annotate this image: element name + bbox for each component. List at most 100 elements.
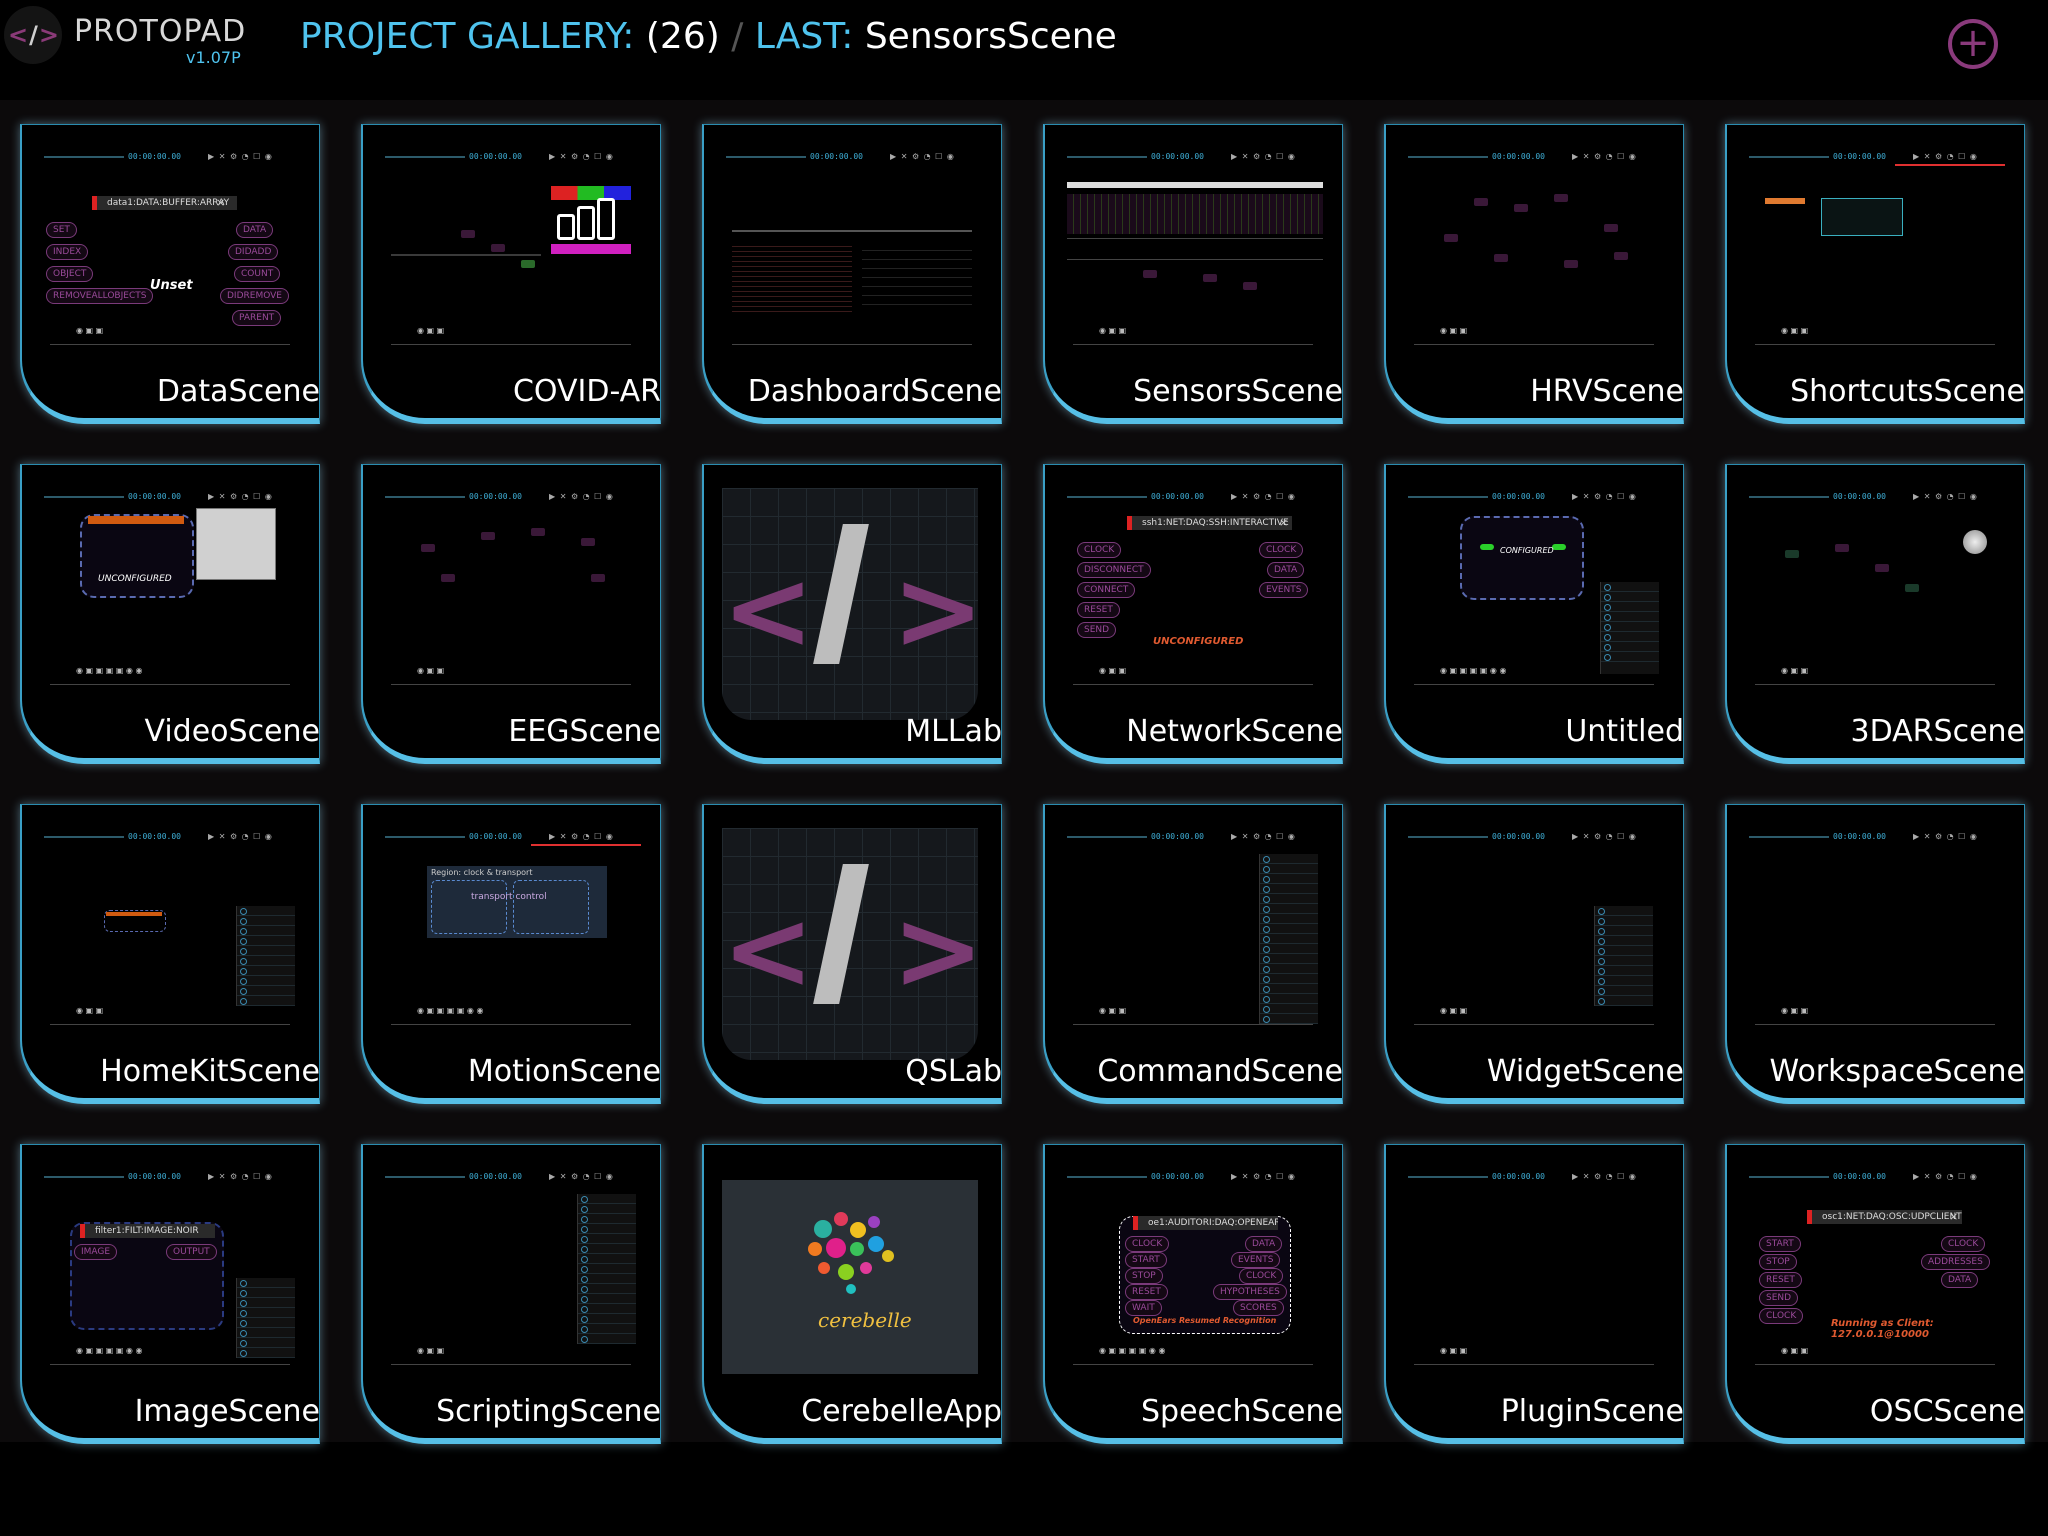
node-status: CONFIGURED xyxy=(1500,546,1554,555)
page-title: PROJECT GALLERY: (26) / LAST: SensorsSce… xyxy=(300,16,1117,57)
project-card-networkscene[interactable]: 00:00:00.00 ▶ ✕ ⚙ ◔ ☐ ◉ ssh1:NET:DAQ:SSH:… xyxy=(1043,464,1343,764)
project-card-qslab[interactable]: < > QSLab xyxy=(702,804,1002,1104)
card-label: WidgetScene xyxy=(1486,1054,1684,1089)
scene-thumbnail: 00:00:00.00 ▶ ✕ ⚙ ◔ ☐ ◉ ◉ ▣ ▣ xyxy=(1404,814,1664,1044)
close-icon: × xyxy=(1949,1210,1959,1223)
scene-thumbnail: 00:00:00.00 ▶ ✕ ⚙ ◔ ☐ ◉ ◉ ▣ ▣ xyxy=(1404,134,1664,364)
scene-thumbnail: 00:00:00.00 ▶ ✕ ⚙ ◔ ☐ ◉ osc1:NET:DAQ:OSC:… xyxy=(1745,1154,2005,1384)
input-port: INDEX xyxy=(46,244,89,260)
scene-thumbnail: 00:00:00.00 ▶ ✕ ⚙ ◔ ☐ ◉ ◉ ▣ ▣ xyxy=(1063,814,1323,1044)
project-card-homekitscene[interactable]: 00:00:00.00 ▶ ✕ ⚙ ◔ ☐ ◉ ◉ ▣ ▣ HomeKitScen… xyxy=(20,804,320,1104)
scene-thumbnail: 00:00:00.00 ▶ ✕ ⚙ ◔ ☐ ◉ ◉ ▣ ▣ xyxy=(1404,1154,1664,1384)
code-brackets-icon: < > xyxy=(722,828,984,1060)
app-version: v1.07P xyxy=(186,48,241,67)
virus-icon xyxy=(1963,530,1987,554)
project-gallery: 00:00:00.00 ▶ ✕ ⚙ ◔ ☐ ◉ data1:DATA:BUFFER… xyxy=(0,100,2048,1444)
card-label: SensorsScene xyxy=(1133,374,1343,409)
project-card-pluginscene[interactable]: 00:00:00.00 ▶ ✕ ⚙ ◔ ☐ ◉ ◉ ▣ ▣ PluginScene xyxy=(1384,1144,1684,1444)
scene-thumbnail: 00:00:00.00 ▶ ✕ ⚙ ◔ ☐ ◉ data1:DATA:BUFFER… xyxy=(40,134,300,364)
card-label: MLLab xyxy=(905,714,1002,749)
scene-thumbnail: 00:00:00.00 ▶ ✕ ⚙ ◔ ☐ ◉ ◉ ▣ ▣ xyxy=(381,134,641,364)
gallery-label: PROJECT GALLERY: xyxy=(300,16,635,57)
project-card-widgetscene[interactable]: 00:00:00.00 ▶ ✕ ⚙ ◔ ☐ ◉ ◉ ▣ ▣ WidgetScene xyxy=(1384,804,1684,1104)
project-card-cerebelleapp[interactable]: cerebelle CerebelleApp xyxy=(702,1144,1002,1444)
cerebelle-wordmark: cerebelle xyxy=(818,1308,912,1332)
code-brackets-icon: < > xyxy=(722,488,984,720)
node-status: UNCONFIGURED xyxy=(98,574,172,584)
card-label: MotionScene xyxy=(467,1054,661,1089)
scene-thumbnail: 00:00:00.00 ▶ ✕ ⚙ ◔ ☐ ◉ ssh1:NET:DAQ:SSH:… xyxy=(1063,474,1323,704)
node-header: filter1:FILT:IMAGE:NOIR xyxy=(80,1224,215,1238)
scene-thumbnail: 00:00:00.00 ▶ ✕ ⚙ ◔ ☐ ◉ ◉ ▣ ▣ xyxy=(40,814,300,1044)
scene-thumbnail: 00:00:00.00 ▶ ✕ ⚙ ◔ ☐ ◉ ◉ ▣ ▣ xyxy=(381,474,641,704)
project-card-3darscene[interactable]: 00:00:00.00 ▶ ✕ ⚙ ◔ ☐ ◉ ◉ ▣ ▣ 3DARScene xyxy=(1725,464,2025,764)
project-card-scriptingscene[interactable]: 00:00:00.00 ▶ ✕ ⚙ ◔ ☐ ◉ ◉ ▣ ▣ ScriptingSc… xyxy=(361,1144,661,1444)
close-icon: × xyxy=(1279,516,1289,529)
close-icon: × xyxy=(216,196,226,209)
card-label: ImageScene xyxy=(134,1394,320,1429)
output-port: DATA xyxy=(236,222,274,238)
card-label: HRVScene xyxy=(1530,374,1684,409)
card-label: ShortcutsScene xyxy=(1790,374,2025,409)
input-port: SET xyxy=(46,222,77,238)
project-card-untitled[interactable]: 00:00:00.00 ▶ ✕ ⚙ ◔ ☐ ◉ CONFIGURED ◉ ▣ ▣ … xyxy=(1384,464,1684,764)
node-header: oe1:AUDITORI:DAQ:OPENEARS:RE xyxy=(1133,1216,1278,1230)
project-card-workspacescene[interactable]: 00:00:00.00 ▶ ✕ ⚙ ◔ ☐ ◉ ◉ ▣ ▣ WorkspaceSc… xyxy=(1725,804,2025,1104)
card-label: ScriptingScene xyxy=(436,1394,661,1429)
scene-thumbnail: 00:00:00.00 ▶ ✕ ⚙ ◔ ☐ ◉ UNCONFIGURED ◉ ▣ … xyxy=(40,474,300,704)
project-card-motionscene[interactable]: 00:00:00.00 ▶ ✕ ⚙ ◔ ☐ ◉ Region: clock & t… xyxy=(361,804,661,1104)
project-card-dashboardscene[interactable]: 00:00:00.00 ▶ ✕ ⚙ ◔ ☐ ◉ DashboardScene xyxy=(702,124,1002,424)
cerebelle-logo: cerebelle xyxy=(722,1180,978,1374)
card-label: VideoScene xyxy=(144,714,320,749)
card-label: DashboardScene xyxy=(747,374,1002,409)
project-card-imagescene[interactable]: 00:00:00.00 ▶ ✕ ⚙ ◔ ☐ ◉ filter1:FILT:IMAG… xyxy=(20,1144,320,1444)
project-count: (26) xyxy=(645,16,720,57)
last-project-name: SensorsScene xyxy=(864,16,1117,57)
node-header: osc1:NET:DAQ:OSC:UDPCLIENT xyxy=(1807,1210,1962,1224)
project-card-shortcutsscene[interactable]: 00:00:00.00 ▶ ✕ ⚙ ◔ ☐ ◉ ◉ ▣ ▣ ShortcutsSc… xyxy=(1725,124,2025,424)
output-port: DIDADD xyxy=(228,244,279,260)
project-card-speechscene[interactable]: 00:00:00.00 ▶ ✕ ⚙ ◔ ☐ ◉ oe1:AUDITORI:DAQ:… xyxy=(1043,1144,1343,1444)
code-brackets-icon: < / > xyxy=(4,6,62,64)
project-card-videoscene[interactable]: 00:00:00.00 ▶ ✕ ⚙ ◔ ☐ ◉ UNCONFIGURED ◉ ▣ … xyxy=(20,464,320,764)
plus-circle-icon: + xyxy=(1956,20,1990,66)
card-label: CommandScene xyxy=(1097,1054,1343,1089)
card-label: 3DARScene xyxy=(1850,714,2026,749)
region-label: Region: clock & transport xyxy=(431,868,533,877)
node-status: UNCONFIGURED xyxy=(1153,636,1244,647)
card-label: Untitled xyxy=(1565,714,1684,749)
project-card-eegscene[interactable]: 00:00:00.00 ▶ ✕ ⚙ ◔ ☐ ◉ ◉ ▣ ▣ EEGScene xyxy=(361,464,661,764)
project-card-commandscene[interactable]: 00:00:00.00 ▶ ✕ ⚙ ◔ ☐ ◉ ◉ ▣ ▣ CommandScen… xyxy=(1043,804,1343,1104)
card-label: EEGScene xyxy=(508,714,661,749)
scene-thumbnail: 00:00:00.00 ▶ ✕ ⚙ ◔ ☐ ◉ ◉ ▣ ▣ xyxy=(1745,134,2005,364)
scene-thumbnail: 00:00:00.00 ▶ ✕ ⚙ ◔ ☐ ◉ ◉ ▣ ▣ xyxy=(1745,814,2005,1044)
app-name: PROTOPAD xyxy=(74,14,247,49)
project-card-oscscene[interactable]: 00:00:00.00 ▶ ✕ ⚙ ◔ ☐ ◉ osc1:NET:DAQ:OSC:… xyxy=(1725,1144,2025,1444)
project-card-sensorsscene[interactable]: 00:00:00.00 ▶ ✕ ⚙ ◔ ☐ ◉ ◉ ▣ ▣ SensorsScen… xyxy=(1043,124,1343,424)
project-card-datascene[interactable]: 00:00:00.00 ▶ ✕ ⚙ ◔ ☐ ◉ data1:DATA:BUFFER… xyxy=(20,124,320,424)
output-port: DIDREMOVE xyxy=(220,288,289,304)
scene-thumbnail: 00:00:00.00 ▶ ✕ ⚙ ◔ ☐ ◉ Region: clock & t… xyxy=(381,814,641,1044)
project-card-hrvscene[interactable]: 00:00:00.00 ▶ ✕ ⚙ ◔ ☐ ◉ ◉ ▣ ▣ HRVScene xyxy=(1384,124,1684,424)
input-port: OBJECT xyxy=(46,266,94,282)
node-status: Unset xyxy=(150,278,193,293)
scene-thumbnail: 00:00:00.00 ▶ ✕ ⚙ ◔ ☐ ◉ xyxy=(722,134,982,364)
node-status: Running as Client: 127.0.0.1@10000 xyxy=(1831,1318,1934,1340)
scene-thumbnail: 00:00:00.00 ▶ ✕ ⚙ ◔ ☐ ◉ oe1:AUDITORI:DAQ:… xyxy=(1063,1154,1323,1384)
output-port: COUNT xyxy=(234,266,281,282)
node-header: ssh1:NET:DAQ:SSH:INTERACTIVE xyxy=(1127,516,1292,530)
scene-thumbnail: 00:00:00.00 ▶ ✕ ⚙ ◔ ☐ ◉ ◉ ▣ ▣ xyxy=(1063,134,1323,364)
card-label: HomeKitScene xyxy=(100,1054,320,1089)
project-card-mllab[interactable]: < > MLLab xyxy=(702,464,1002,764)
title-separator: / xyxy=(731,16,744,57)
add-project-button[interactable]: + xyxy=(1948,19,1998,69)
scene-thumbnail: 00:00:00.00 ▶ ✕ ⚙ ◔ ☐ ◉ ◉ ▣ ▣ xyxy=(381,1154,641,1384)
card-label: NetworkScene xyxy=(1126,714,1343,749)
card-label: PluginScene xyxy=(1500,1394,1684,1429)
scene-thumbnail: 00:00:00.00 ▶ ✕ ⚙ ◔ ☐ ◉ CONFIGURED ◉ ▣ ▣ … xyxy=(1404,474,1664,704)
card-label: QSLab xyxy=(905,1054,1002,1089)
card-label: WorkspaceScene xyxy=(1769,1054,2025,1089)
output-port: PARENT xyxy=(232,310,282,326)
scene-thumbnail: 00:00:00.00 ▶ ✕ ⚙ ◔ ☐ ◉ filter1:FILT:IMAG… xyxy=(40,1154,300,1384)
project-card-covid-ar[interactable]: 00:00:00.00 ▶ ✕ ⚙ ◔ ☐ ◉ ◉ ▣ ▣ COVID-AR xyxy=(361,124,661,424)
